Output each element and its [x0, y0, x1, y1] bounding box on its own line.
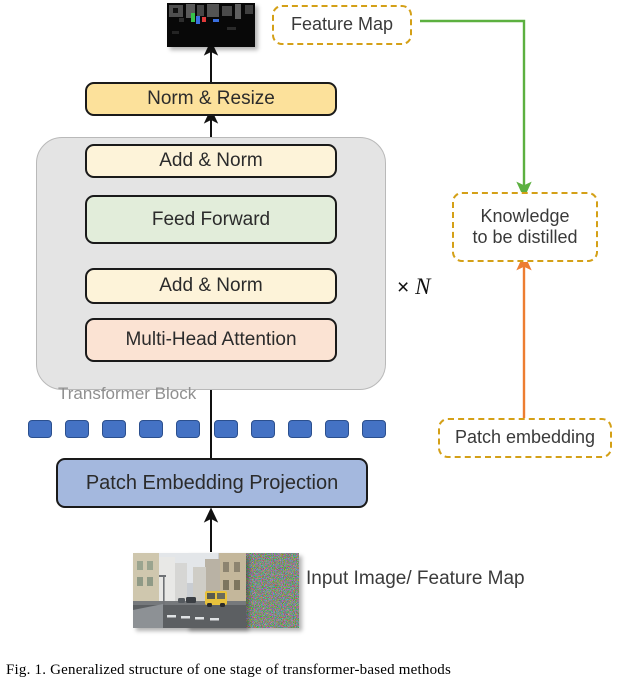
- repeat-n-label: × N: [397, 274, 430, 300]
- patch-embedding-tokens-row: [28, 420, 386, 438]
- add-and-norm-top-box[interactable]: Add & Norm: [85, 144, 337, 178]
- patch-token: [28, 420, 52, 438]
- patch-token: [176, 420, 201, 438]
- norm-and-resize-label: Norm & Resize: [147, 88, 275, 109]
- patch-embedding-projection-label: Patch Embedding Projection: [85, 471, 339, 494]
- street-scene-svg: [133, 553, 246, 628]
- input-street-image-thumbnail: [133, 553, 246, 628]
- patch-token: [102, 420, 127, 438]
- transformer-block-label: Transformer Block: [58, 384, 197, 403]
- repeat-count-value: N: [415, 274, 431, 299]
- feature-map-label: Feature Map: [290, 14, 394, 35]
- feed-forward-box[interactable]: Feed Forward: [85, 195, 337, 244]
- repeat-times-symbol: ×: [397, 276, 416, 299]
- patch-token: [361, 420, 386, 438]
- patch-token: [250, 420, 275, 438]
- feature-map-callout[interactable]: Feature Map: [272, 5, 412, 45]
- add-and-norm-top-label: Add & Norm: [159, 150, 263, 171]
- figure-caption: Fig. 1. Generalized structure of one sta…: [6, 662, 452, 678]
- input-image-label: Input Image/ Feature Map: [306, 568, 525, 589]
- multi-head-attention-box[interactable]: Multi-Head Attention: [85, 318, 337, 362]
- output-feature-map-thumbnail: [167, 3, 255, 47]
- patch-embedding-callout-label: Patch embedding: [454, 427, 596, 448]
- knowledge-line-2: to be distilled: [472, 227, 578, 247]
- multi-head-attention-label: Multi-Head Attention: [125, 329, 297, 350]
- patch-token: [324, 420, 349, 438]
- patch-embedding-projection-box[interactable]: Patch Embedding Projection: [56, 458, 368, 508]
- norm-and-resize-box[interactable]: Norm & Resize: [85, 82, 337, 116]
- knowledge-to-be-distilled-callout[interactable]: Knowledge to be distilled: [452, 192, 598, 262]
- figure-canvas: Feature Map Norm & Resize Transformer Bl…: [0, 0, 640, 678]
- patch-token: [139, 420, 164, 438]
- patch-embedding-callout[interactable]: Patch embedding: [438, 418, 612, 458]
- knowledge-line-1: Knowledge: [480, 205, 570, 226]
- patch-token: [213, 420, 238, 438]
- add-and-norm-bottom-box[interactable]: Add & Norm: [85, 268, 337, 304]
- patch-token: [287, 420, 312, 438]
- arrow-featuremap-to-knowledge: [420, 19, 532, 199]
- add-and-norm-bottom-label: Add & Norm: [159, 275, 263, 296]
- patch-token: [65, 420, 90, 438]
- feed-forward-label: Feed Forward: [151, 208, 271, 230]
